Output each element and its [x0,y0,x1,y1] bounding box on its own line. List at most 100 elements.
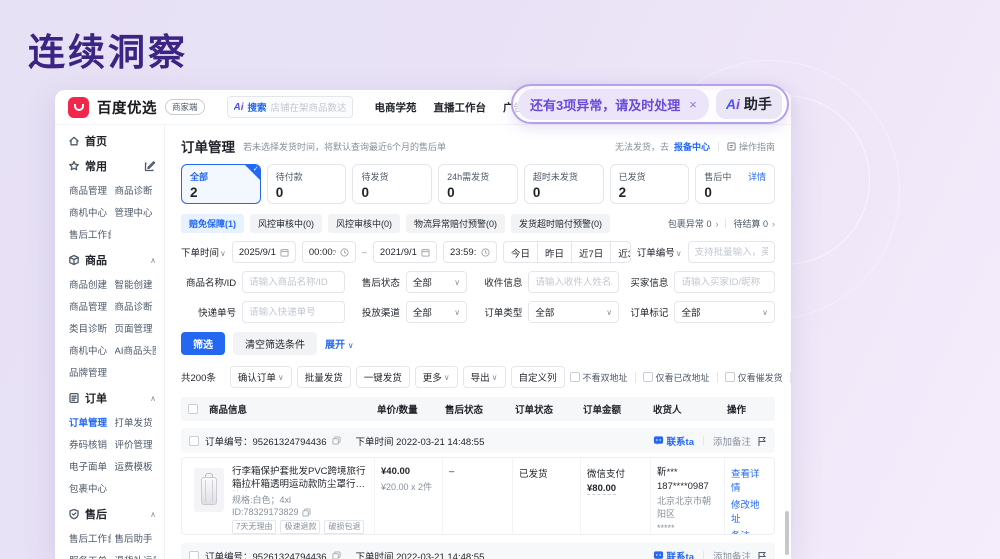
order-tag-select[interactable]: 全部∨ [674,301,775,323]
sidebar-item[interactable]: 服务工单 [69,553,111,559]
quick-today-button[interactable]: 今日 [504,242,537,262]
quick-yesterday-button[interactable]: 昨日 [537,242,571,262]
batch-ship-button[interactable]: 批量发货 [297,366,351,388]
status-card-shipped[interactable]: 已发货 2 [610,164,690,204]
order-no-filter-label[interactable]: 订单编号∨ [637,245,682,259]
report-center-link[interactable]: 报备中心 [674,140,710,153]
filter-apply-button[interactable]: 筛选 [181,332,225,355]
sidebar-item[interactable]: 商品诊断 [115,299,157,313]
filter-expand-button[interactable]: 展开 ∨ [325,336,354,351]
order-type-select[interactable]: 全部∨ [528,301,619,323]
sidebar-item[interactable]: 商品诊断 [115,183,157,197]
sidebar-item[interactable]: 退货补运费 [115,553,157,559]
customize-columns-button[interactable]: 自定义列 [511,366,565,388]
sidebar-item[interactable]: 页面管理 [115,321,157,335]
sidebar-group-goods[interactable]: 商品 ∧ [68,252,156,268]
sidebar-item[interactable]: 运费模板 [115,459,157,473]
sidebar-item[interactable]: 商机中心 [69,343,111,357]
sidebar-item[interactable]: 管理中心 [115,205,157,219]
one-click-ship-button[interactable]: 一键发货 [356,366,410,388]
status-card-overdue[interactable]: 超时未发货 0 [524,164,604,204]
sidebar-item[interactable]: 打单发货 [115,415,157,429]
time-to-input[interactable] [443,241,497,263]
export-button[interactable]: 导出∨ [463,366,506,388]
chevron-up-icon[interactable]: ∧ [150,510,156,519]
product-image[interactable] [194,468,224,512]
nav-ecommerce-academy[interactable]: 电商学苑 [375,100,417,115]
select-all-checkbox[interactable] [188,404,198,414]
pill-timeout-warning[interactable]: 发货超时赔付预警(0) [511,214,610,233]
sidebar-group-aftersale[interactable]: 售后 ∧ [68,506,156,522]
sidebar-item[interactable]: 售后工作台 [69,227,111,241]
contact-buyer-link[interactable]: 联系ta [653,434,694,448]
sidebar-item[interactable]: 券码核销 [69,437,111,451]
sidebar-item-home[interactable]: 首页 [68,133,156,149]
flag-icon[interactable] [757,436,767,446]
pill-compensation-guarantee[interactable]: 赔免保障(1) [181,214,244,233]
edit-address-link[interactable]: 修改地址 [731,497,768,525]
status-card-to-ship[interactable]: 待发货 0 [352,164,432,204]
edit-icon[interactable] [144,160,156,172]
sidebar-item-order-management[interactable]: 订单管理 [69,415,111,429]
ai-assistant-button[interactable]: Ai 助手 [716,89,782,119]
sidebar-item[interactable]: 商品管理 [69,299,111,313]
remark-link[interactable]: 备注 [731,528,768,535]
copy-icon[interactable] [332,551,341,559]
quick-30days-button[interactable]: 近30日 [610,242,630,262]
order-checkbox[interactable] [189,551,199,559]
nav-live-workbench[interactable]: 直播工作台 [434,100,487,115]
buyer-info-input[interactable] [674,271,775,293]
copy-icon[interactable] [302,508,311,517]
status-card-all[interactable]: ✓ 全部 2 [181,164,261,204]
add-note-link[interactable]: 添加备注 [713,549,751,559]
add-note-link[interactable]: 添加备注 [713,434,751,448]
detail-link[interactable]: 详情 [748,170,766,183]
sidebar-item[interactable]: 类目诊断 [69,321,111,335]
date-to-input[interactable] [373,241,437,263]
ai-assistant-pill[interactable]: 还有3项异常，请及时处理 × Ai 助手 [511,84,789,124]
product-name-input[interactable] [242,271,345,293]
operation-guide-link[interactable]: 操作指南 [727,140,775,153]
receiver-info-input[interactable] [528,271,619,293]
check-changed-address[interactable]: 仅看已改地址 [643,371,710,384]
date-from-input[interactable] [232,241,296,263]
more-button[interactable]: 更多∨ [415,366,458,388]
aftersale-status-select[interactable]: 全部∨ [406,271,467,293]
view-detail-link[interactable]: 查看详情 [731,466,768,494]
pill-risk-review-1[interactable]: 风控审核中(0) [250,214,322,233]
check-urge-ship[interactable]: 仅看催发货 [725,371,783,384]
sidebar-item[interactable]: 电子面单 [69,459,111,473]
sidebar-group-orders[interactable]: 订单 ∧ [68,390,156,406]
sidebar-item[interactable]: 品牌管理 [69,365,111,379]
copy-icon[interactable] [332,436,341,445]
chevron-up-icon[interactable]: ∧ [150,394,156,403]
order-time-filter-label[interactable]: 下单时间∨ [181,245,226,259]
quick-7days-button[interactable]: 近7日 [571,242,610,262]
close-icon[interactable]: × [689,97,697,112]
sidebar-item[interactable]: 商品创建 [69,277,111,291]
filter-clear-button[interactable]: 清空筛选条件 [233,332,317,355]
sidebar-item[interactable]: 商品管理 [69,183,111,197]
contact-buyer-link[interactable]: 联系ta [653,549,694,559]
sidebar-item[interactable]: 评价管理 [115,437,157,451]
sidebar-item[interactable]: 智能创建 [115,277,157,291]
status-card-aftersale[interactable]: 售后中 详情 0 [695,164,775,204]
sidebar-item[interactable]: 售后助手 [115,531,157,545]
order-no-input[interactable] [688,241,775,263]
search-input[interactable]: Ai 搜索 店铺在架商品数达数量... [227,96,353,118]
pending-settlement-link[interactable]: 待结算 0 [733,217,768,230]
assistant-alert[interactable]: 还有3项异常，请及时处理 × [518,89,709,120]
pill-logistics-warning[interactable]: 物流异常赔付预警(0) [406,214,505,233]
time-from-input[interactable] [302,241,356,263]
channel-select[interactable]: 全部∨ [406,301,467,323]
status-card-unpaid[interactable]: 待付款 0 [267,164,347,204]
sidebar-item[interactable]: 商机中心 [69,205,111,219]
product-title[interactable]: 行李箱保护套批发PVC跨境旅行箱拉杆箱透明运动款防尘罩行李箱套 30... [232,466,368,491]
flag-icon[interactable] [757,551,767,559]
order-checkbox[interactable] [189,436,199,446]
sidebar-item[interactable]: AI商品头图 [115,343,157,357]
sidebar-group-favorites[interactable]: 常用 [68,158,156,174]
check-no-dual-address[interactable]: 不看双地址 [570,371,628,384]
pill-risk-review-2[interactable]: 风控审核中(0) [328,214,400,233]
scrollbar[interactable] [785,511,789,555]
